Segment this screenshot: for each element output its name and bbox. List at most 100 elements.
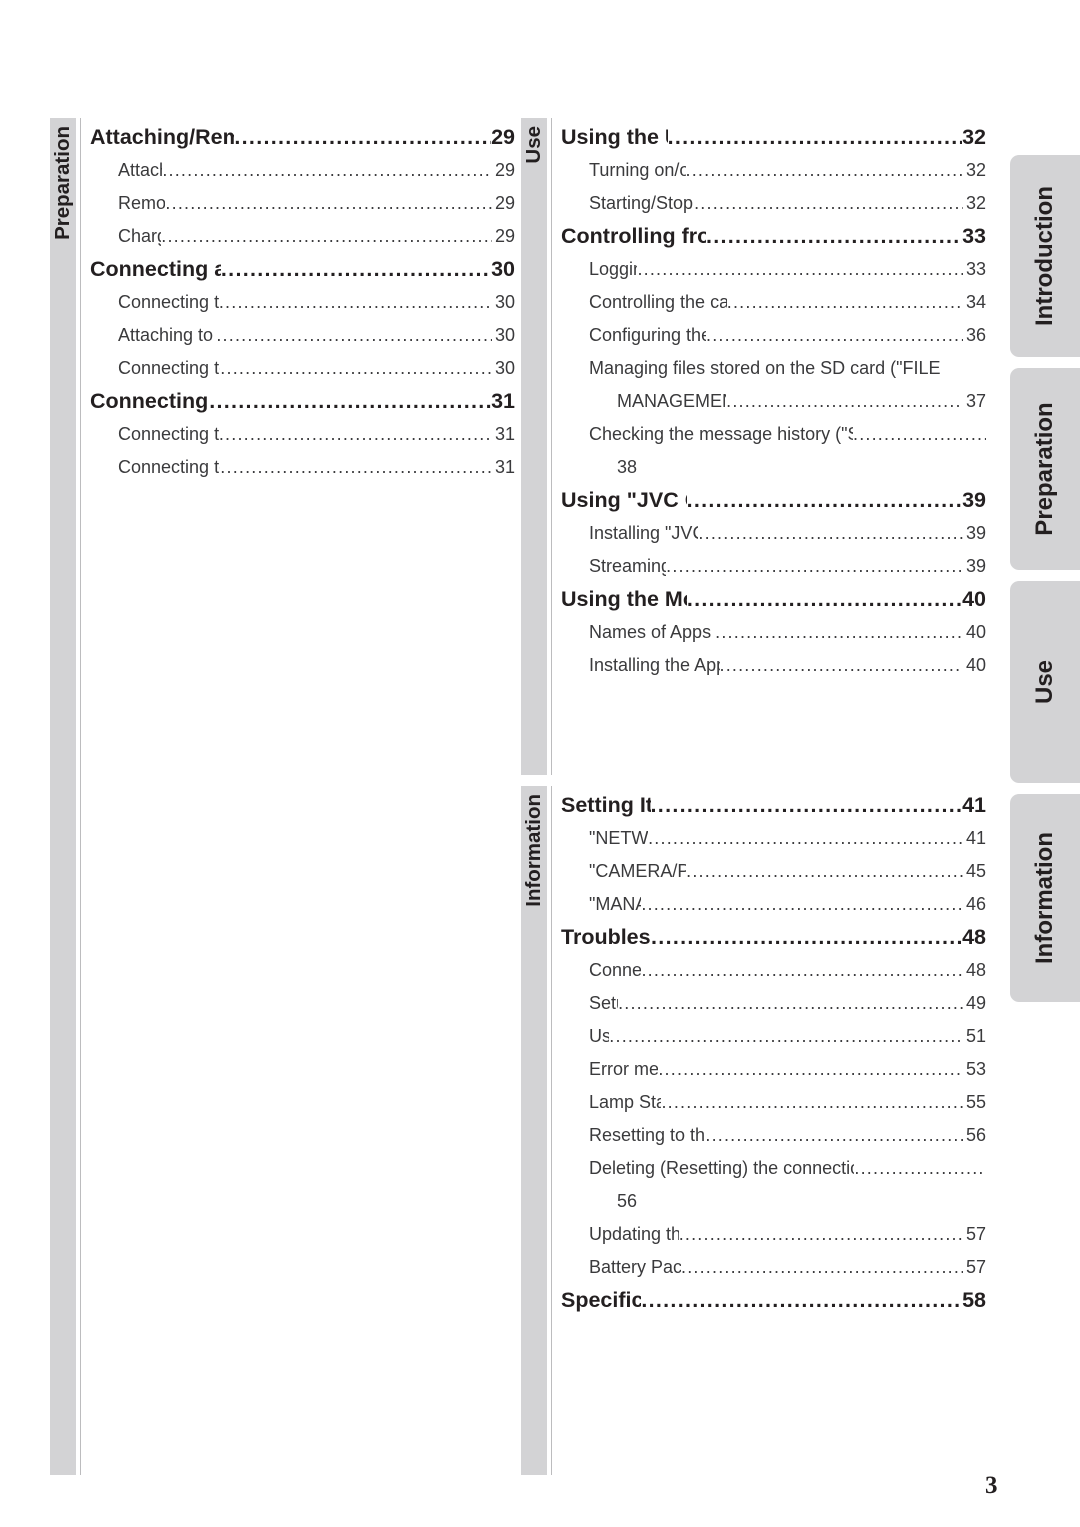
- toc-heading[interactable]: Connecting an External Mic .............…: [90, 253, 515, 286]
- toc-column-use: Using the Unit Alone ...................…: [561, 121, 986, 682]
- toc-subentry[interactable]: Installing "JVC CAM Control" ...........…: [561, 517, 986, 550]
- toc-subentry-title: Names of Apps for mobile terminals: [589, 622, 715, 642]
- toc-subentry[interactable]: "MANAGE" ...............................…: [561, 888, 986, 921]
- toc-subentry[interactable]: Connecting to the pantilter ............…: [90, 352, 515, 385]
- toc-leader-dots: ........................................…: [161, 226, 492, 246]
- toc-heading-title: Controlling from a Web Browser: [561, 224, 706, 248]
- toc-subentry[interactable]: Starting/Stopping recording ............…: [561, 187, 986, 220]
- thumb-tab-label-use: Use: [1031, 659, 1058, 705]
- toc-subentry[interactable]: Configuring the camera settings ........…: [561, 319, 986, 352]
- toc-leader-dots: ........................................…: [666, 556, 963, 576]
- toc-subentry[interactable]: Connecting to the camera ...............…: [90, 418, 515, 451]
- toc-subentry-title: Use: [589, 1026, 610, 1046]
- toc-subentry[interactable]: Attaching ..............................…: [90, 154, 515, 187]
- toc-subentry[interactable]: Resetting to the factory settings ......…: [561, 1119, 986, 1152]
- page-number: 3: [985, 1472, 998, 1499]
- toc-subentry-title: Streaming images: [589, 556, 667, 576]
- thumb-tab-preparation[interactable]: Preparation: [1010, 368, 1080, 570]
- toc-subentry-page: 51: [965, 1026, 986, 1046]
- toc-subentry[interactable]: Connecting to the pantilter ............…: [90, 451, 515, 484]
- toc-heading[interactable]: Troubleshooting ........................…: [561, 921, 986, 954]
- toc-subentry[interactable]: Lamp Status List .......................…: [561, 1086, 986, 1119]
- toc-leader-dots: ........................................…: [220, 358, 492, 378]
- toc-subentry-page: 32: [965, 160, 986, 180]
- toc-subentry-page: 48: [965, 960, 986, 980]
- toc-leader-dots: ........................................…: [705, 1125, 963, 1145]
- toc-subentry[interactable]: Turning on/off the power ...............…: [561, 154, 986, 187]
- toc-leader-dots: ........................................…: [650, 793, 963, 817]
- toc-leader-dots: ........................................…: [678, 1224, 963, 1244]
- thumb-tab-introduction[interactable]: Introduction: [1010, 155, 1080, 357]
- toc-subentry[interactable]: Connecting to the camera ...............…: [90, 286, 515, 319]
- toc-subentry-line2: MANAGEMENT" tab) .......................…: [589, 385, 986, 418]
- toc-heading[interactable]: Connecting the AV Cord .................…: [90, 385, 515, 418]
- toc-leader-dots: ........................................…: [651, 925, 962, 949]
- toc-heading[interactable]: Specifications .........................…: [561, 1284, 986, 1317]
- toc-heading-title: Using "JVC CAM Control": [561, 488, 687, 512]
- toc-leader-dots: ........................................…: [609, 1026, 963, 1046]
- toc-subentry-page: 55: [965, 1092, 986, 1112]
- toc-subentry-page: 49: [965, 993, 986, 1013]
- toc-subentry[interactable]: Connection .............................…: [561, 954, 986, 987]
- toc-heading-page: 58: [962, 1288, 986, 1312]
- toc-subentry-title: "MANAGE": [589, 894, 641, 914]
- toc-leader-dots: ........................................…: [681, 1257, 963, 1277]
- toc-heading[interactable]: Setting Item List ......................…: [561, 789, 986, 822]
- toc-leader-dots: ........................................…: [726, 391, 963, 411]
- thumb-tab-information[interactable]: Information: [1010, 794, 1080, 1002]
- toc-subentry[interactable]: Removing ...............................…: [90, 187, 515, 220]
- toc-subentry[interactable]: "CAMERA/PAN TILTER" ....................…: [561, 855, 986, 888]
- toc-subentry[interactable]: Battery Pack (optional) ................…: [561, 1251, 986, 1284]
- toc-subentry[interactable]: Streaming images .......................…: [561, 550, 986, 583]
- toc-heading-page: 41: [962, 793, 986, 817]
- toc-leader-dots: ........................................…: [218, 292, 492, 312]
- toc-subentry[interactable]: Error messages .........................…: [561, 1053, 986, 1086]
- toc-leader-dots: ........................................…: [658, 1059, 963, 1079]
- toc-subentry[interactable]: Updating the firmware ..................…: [561, 1218, 986, 1251]
- thumb-index-strip: Introduction Preparation Use Information: [1010, 0, 1080, 1527]
- toc-subentry[interactable]: Checking the message history ("STATUS" t…: [561, 418, 986, 484]
- toc-heading[interactable]: Attaching/Removing the Battery .........…: [90, 121, 515, 154]
- toc-subentry-line1: Checking the message history ("STATUS" t…: [589, 418, 986, 451]
- toc-heading-page: 33: [962, 224, 986, 248]
- toc-subentry-title: Turning on/off the power: [589, 160, 686, 180]
- toc-leader-dots: ........................................…: [685, 160, 963, 180]
- toc-subentry-title: Controlling the camera ("MONITOR" tab): [589, 292, 727, 312]
- thumb-tab-use[interactable]: Use: [1010, 581, 1080, 783]
- toc-heading-title: Using the Mobile Terminal: [561, 587, 687, 611]
- toc-subentry-title: Connecting to the pantilter: [118, 457, 220, 477]
- toc-heading-title: Connecting an External Mic: [90, 257, 221, 281]
- toc-subentry[interactable]: Names of Apps for mobile terminals .....…: [561, 616, 986, 649]
- toc-subentry[interactable]: "NETWORK" ..............................…: [561, 822, 986, 855]
- toc-subentry-title: "NETWORK": [589, 828, 649, 848]
- toc-subentry-title: Installing "JVC CAM Control": [589, 523, 698, 543]
- toc-column-preparation: Attaching/Removing the Battery .........…: [90, 121, 515, 484]
- toc-subentry[interactable]: Attaching to the hot shoe ..............…: [90, 319, 515, 352]
- toc-subentry[interactable]: Use ....................................…: [561, 1020, 986, 1053]
- toc-heading[interactable]: Using the Unit Alone ...................…: [561, 121, 986, 154]
- toc-heading[interactable]: Using "JVC CAM Control" ................…: [561, 484, 986, 517]
- toc-subentry-page: 40: [965, 622, 986, 642]
- toc-heading[interactable]: Controlling from a Web Browser .........…: [561, 220, 986, 253]
- toc-subentry[interactable]: Charging ...............................…: [90, 220, 515, 253]
- toc-heading-page: 48: [962, 925, 986, 949]
- toc-leader-dots: ........................................…: [715, 622, 963, 642]
- toc-leader-dots: ........................................…: [218, 424, 492, 444]
- toc-leader-dots: ........................................…: [705, 224, 962, 248]
- toc-leader-dots: ........................................…: [667, 125, 962, 149]
- toc-subentry[interactable]: Deleting (Resetting) the connection info…: [561, 1152, 986, 1218]
- toc-subentry[interactable]: Logging in .............................…: [561, 253, 986, 286]
- toc-subentry[interactable]: Setup ..................................…: [561, 987, 986, 1020]
- toc-heading[interactable]: Using the Mobile Terminal ..............…: [561, 583, 986, 616]
- toc-leader-dots: ........................................…: [641, 960, 963, 980]
- toc-subentry[interactable]: Managing files stored on the SD card ("F…: [561, 352, 986, 418]
- toc-subentry[interactable]: Installing the App for mobile terminals …: [561, 649, 986, 682]
- toc-leader-dots: ........................................…: [165, 193, 492, 213]
- toc-subentry-page: 57: [965, 1257, 986, 1277]
- toc-subentry[interactable]: Controlling the camera ("MONITOR" tab) .…: [561, 286, 986, 319]
- toc-subentry-title: Removing: [118, 193, 166, 213]
- toc-subentry-title-line1: Checking the message history ("STATUS" t…: [589, 424, 853, 444]
- toc-subentry-page: 39: [965, 523, 986, 543]
- toc-leader-dots: ........................................…: [686, 861, 963, 881]
- toc-subentry-page: 29: [494, 160, 515, 180]
